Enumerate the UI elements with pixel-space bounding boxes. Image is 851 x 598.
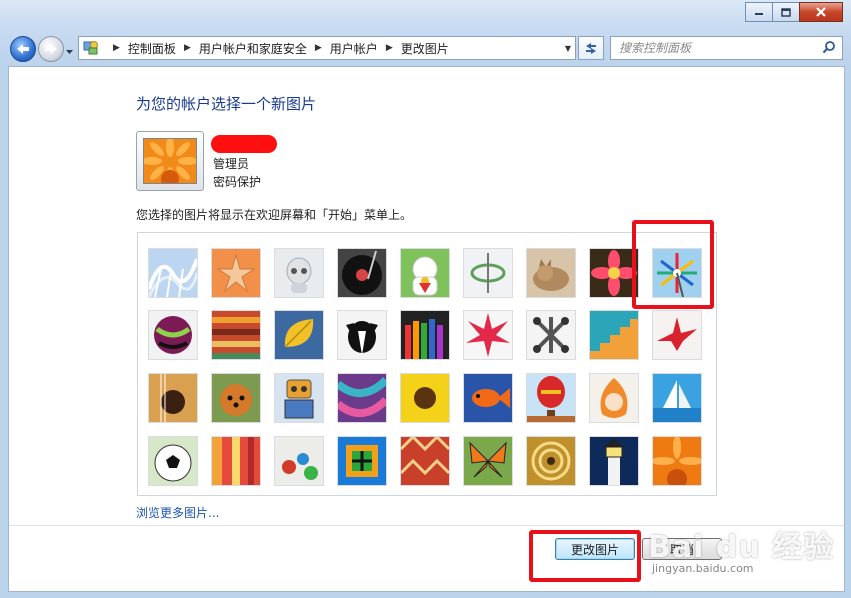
orange-daisy-icon bbox=[142, 137, 198, 188]
lighthouse-icon[interactable] bbox=[589, 436, 639, 486]
chevron-right-icon: ▶ bbox=[113, 43, 120, 53]
chevron-right-icon: ▶ bbox=[385, 43, 393, 53]
button-highlight bbox=[529, 530, 641, 582]
maximize-icon bbox=[781, 7, 791, 17]
marbles-icon[interactable] bbox=[274, 436, 324, 486]
forward-button[interactable] bbox=[38, 36, 64, 62]
crayons-icon[interactable] bbox=[400, 310, 450, 360]
chevron-right-icon: ▶ bbox=[183, 43, 191, 53]
account-type: 管理员 bbox=[213, 157, 250, 171]
breadcrumb-control-panel[interactable]: 控制面板 bbox=[128, 40, 176, 57]
starfish-icon[interactable] bbox=[211, 248, 261, 298]
browse-more-pictures-link[interactable]: 浏览更多图片... bbox=[136, 504, 219, 521]
refresh-icon bbox=[586, 43, 596, 54]
search-box[interactable] bbox=[610, 36, 843, 60]
chevron-down-icon bbox=[66, 50, 73, 54]
pomeranian-icon[interactable] bbox=[211, 373, 261, 423]
silk-scarf-icon[interactable] bbox=[337, 373, 387, 423]
stairs-icon[interactable] bbox=[589, 310, 639, 360]
arrow-right-icon bbox=[45, 44, 57, 54]
sunflower-icon[interactable] bbox=[400, 373, 450, 423]
control-panel-icon bbox=[83, 39, 99, 58]
paper-crane-icon[interactable] bbox=[652, 310, 702, 360]
address-bar[interactable]: ▶ 控制面板 ▶ 用户帐户和家庭安全 ▶ 用户帐户 ▶ 更改图片 ▼ bbox=[78, 36, 576, 60]
jacks-icon[interactable] bbox=[526, 310, 576, 360]
orange-daisy-icon[interactable] bbox=[652, 436, 702, 486]
breadcrumb-user-accounts-family-safety[interactable]: 用户帐户和家庭安全 bbox=[199, 40, 307, 57]
navigation-bar: ▶ 控制面板 ▶ 用户帐户和家庭安全 ▶ 用户帐户 ▶ 更改图片 ▼ bbox=[8, 34, 843, 62]
breadcrumb: ▶ 控制面板 ▶ 用户帐户和家庭安全 ▶ 用户帐户 ▶ 更改图片 bbox=[105, 40, 449, 57]
lucky-cat-icon[interactable] bbox=[400, 248, 450, 298]
breadcrumb-user-accounts[interactable]: 用户帐户 bbox=[330, 40, 378, 57]
dog-icon[interactable] bbox=[337, 310, 387, 360]
window-frame: ▶ 控制面板 ▶ 用户帐户和家庭安全 ▶ 用户帐户 ▶ 更改图片 ▼ 为您的帐户… bbox=[0, 0, 851, 598]
spiral-shell-icon[interactable] bbox=[526, 436, 576, 486]
recent-pages-button[interactable] bbox=[65, 44, 74, 58]
password-status: 密码保护 bbox=[213, 175, 262, 189]
search-icon[interactable] bbox=[822, 40, 836, 57]
woven-pattern-icon[interactable] bbox=[400, 436, 450, 486]
picture-gallery bbox=[137, 232, 717, 496]
robot-toy-icon[interactable] bbox=[274, 248, 324, 298]
close-icon bbox=[816, 7, 826, 17]
guitar-icon[interactable] bbox=[148, 373, 198, 423]
close-button[interactable] bbox=[799, 2, 843, 22]
window-frame-icon[interactable] bbox=[337, 436, 387, 486]
hot-air-balloon-icon[interactable] bbox=[526, 373, 576, 423]
window-controls bbox=[745, 2, 843, 22]
roller-coaster-icon[interactable] bbox=[148, 248, 198, 298]
content-panel: 为您的帐户选择一个新图片 管理员 密码保护 您选择的图片将显示在欢迎屏幕和「开始… bbox=[8, 66, 845, 592]
minimize-button[interactable] bbox=[745, 2, 773, 22]
refresh-button[interactable] bbox=[578, 36, 604, 60]
chevron-right-icon: ▶ bbox=[314, 43, 322, 53]
watermark-url: jingyan.baidu.com bbox=[652, 562, 754, 575]
tin-robot-icon[interactable] bbox=[274, 373, 324, 423]
textiles-icon[interactable] bbox=[211, 436, 261, 486]
kitten-icon[interactable] bbox=[526, 248, 576, 298]
breadcrumb-change-picture[interactable]: 更改图片 bbox=[401, 40, 449, 57]
fabric-rolls-icon[interactable] bbox=[211, 310, 261, 360]
picture-hint: 您选择的图片将显示在欢迎屏幕和「开始」菜单上。 bbox=[136, 208, 413, 222]
doll-icon[interactable] bbox=[589, 373, 639, 423]
back-button[interactable] bbox=[10, 36, 36, 62]
watermark-logo: Bai du 经验 bbox=[648, 530, 835, 565]
soccer-ball-icon[interactable] bbox=[148, 436, 198, 486]
red-star-icon[interactable] bbox=[463, 310, 513, 360]
record-player-icon[interactable] bbox=[337, 248, 387, 298]
address-dropdown-icon[interactable]: ▼ bbox=[565, 44, 571, 53]
search-input[interactable] bbox=[611, 40, 821, 56]
goldfish-icon[interactable] bbox=[463, 373, 513, 423]
spinning-top-icon[interactable] bbox=[463, 248, 513, 298]
maximize-button[interactable] bbox=[772, 2, 800, 22]
redacted-username bbox=[211, 135, 277, 153]
yellow-leaf-icon[interactable] bbox=[274, 310, 324, 360]
page-title: 为您的帐户选择一个新图片 bbox=[136, 95, 317, 113]
butterfly-icon[interactable] bbox=[463, 436, 513, 486]
arrow-left-icon bbox=[17, 44, 29, 54]
current-account-picture bbox=[136, 131, 204, 191]
selection-highlight bbox=[632, 220, 714, 309]
ball-icon[interactable] bbox=[148, 310, 198, 360]
minimize-icon bbox=[755, 13, 763, 15]
sailboat-icon[interactable] bbox=[652, 373, 702, 423]
